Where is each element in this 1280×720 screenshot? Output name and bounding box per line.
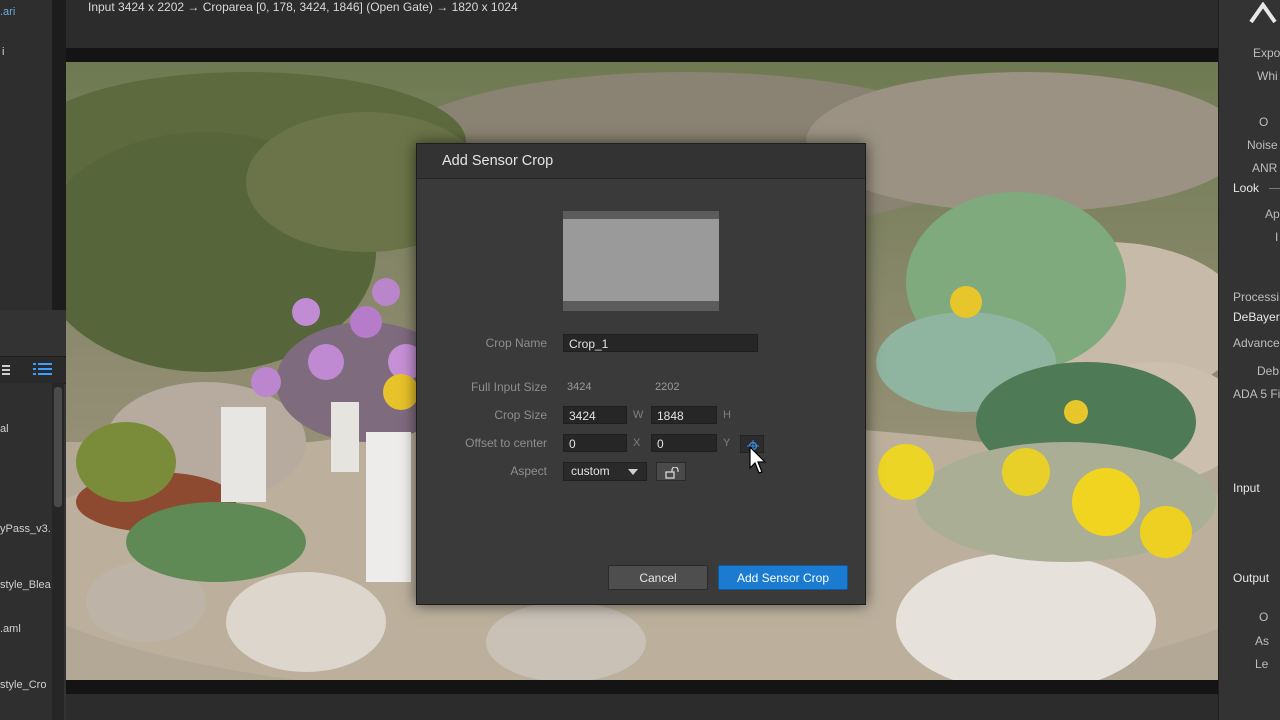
right-section-look[interactable]: Look xyxy=(1233,181,1259,195)
left-top-section: .ari i xyxy=(0,0,66,310)
dialog-title: Add Sensor Crop xyxy=(442,153,554,169)
add-sensor-crop-button[interactable]: Add Sensor Crop xyxy=(718,565,848,590)
file-list-scrollbar[interactable] xyxy=(52,383,64,720)
height-axis-label: H xyxy=(723,409,731,421)
left-item-ari[interactable]: .ari xyxy=(0,6,15,18)
full-input-size-label: Full Input Size xyxy=(470,380,547,394)
list-item[interactable]: style_Cro xyxy=(0,679,46,691)
look-divider xyxy=(1269,188,1280,189)
viewer-bottom-bar xyxy=(66,694,1218,720)
aspect-dropdown[interactable]: custom xyxy=(563,462,647,481)
right-item-advanced[interactable]: Advance xyxy=(1233,336,1280,350)
crop-name-input[interactable]: Crop_1 xyxy=(563,334,758,352)
right-item-o[interactable]: O xyxy=(1259,115,1268,129)
right-item-deb[interactable]: Deb xyxy=(1257,364,1279,378)
offset-x-input[interactable]: 0 xyxy=(563,434,627,452)
list-view-icon[interactable] xyxy=(33,362,53,376)
list-item[interactable]: al xyxy=(0,423,9,435)
pipeline-info-text: Input 3424 x 2202 → Croparea [0, 178, 34… xyxy=(88,0,518,14)
add-sensor-crop-dialog: Add Sensor Crop Crop Name Crop_1 Full In… xyxy=(416,143,866,605)
full-input-width: 3424 xyxy=(567,381,592,393)
aspect-lock-button[interactable] xyxy=(656,462,686,481)
right-section-input[interactable]: Input xyxy=(1233,481,1260,495)
caret-down-icon xyxy=(628,469,638,475)
mouse-cursor-icon xyxy=(748,445,768,481)
crop-height-input[interactable]: 1848 xyxy=(651,406,717,424)
right-item-as[interactable]: As xyxy=(1255,634,1269,648)
offset-label: Offset to center xyxy=(465,436,547,450)
width-axis-label: W xyxy=(633,409,644,421)
right-item-o2[interactable]: O xyxy=(1259,610,1268,624)
right-section-output[interactable]: Output xyxy=(1233,571,1269,585)
menu-icon[interactable] xyxy=(2,363,10,375)
list-item[interactable]: .aml xyxy=(0,623,21,635)
list-item[interactable]: yPass_v3. xyxy=(0,523,51,535)
right-item-noise[interactable]: Noise xyxy=(1247,138,1278,152)
offset-y-input[interactable]: 0 xyxy=(651,434,717,452)
right-panel: Expo Whi O Noise ANR Look Ap I Processi … xyxy=(1218,0,1280,720)
aspect-value: custom xyxy=(571,464,610,478)
right-item-ada[interactable]: ADA 5 Fi xyxy=(1233,387,1280,401)
list-item[interactable]: style_Blea xyxy=(0,579,51,591)
panel-logo-icon xyxy=(1249,1,1279,24)
crop-size-label: Crop Size xyxy=(494,408,547,422)
right-item-anr[interactable]: ANR xyxy=(1252,161,1277,175)
crop-preview xyxy=(563,211,719,311)
viewer-bottom-strip xyxy=(66,680,1218,694)
left-top-divider xyxy=(52,0,66,310)
right-item-i[interactable]: I xyxy=(1275,230,1278,244)
aspect-label: Aspect xyxy=(510,464,547,478)
viewer-top-strip xyxy=(66,48,1218,62)
x-axis-label: X xyxy=(633,437,641,449)
right-section-processing[interactable]: Processi xyxy=(1233,290,1279,304)
cancel-button[interactable]: Cancel xyxy=(608,565,708,590)
y-axis-label: Y xyxy=(723,437,731,449)
crop-preview-area xyxy=(563,219,719,301)
crop-name-label: Crop Name xyxy=(485,336,547,350)
left-panel: .ari i al yPass_v3. style_Blea .aml styl… xyxy=(0,0,66,720)
right-item-le[interactable]: Le xyxy=(1255,657,1268,671)
right-item-ap[interactable]: Ap xyxy=(1265,207,1280,221)
lock-icon xyxy=(665,466,679,484)
top-info-bar: Input 3424 x 2202 → Croparea [0, 178, 34… xyxy=(66,0,1218,48)
right-item-exposure[interactable]: Expo xyxy=(1253,46,1280,60)
right-item-white[interactable]: Whi xyxy=(1257,69,1278,83)
crop-width-input[interactable]: 3424 xyxy=(563,406,627,424)
scrollbar-thumb[interactable] xyxy=(54,387,62,507)
file-list: al yPass_v3. style_Blea .aml style_Cro xyxy=(0,383,52,720)
left-toolbar xyxy=(0,356,66,384)
dialog-title-bar[interactable]: Add Sensor Crop xyxy=(417,144,865,179)
left-item-i[interactable]: i xyxy=(2,46,4,58)
full-input-height: 2202 xyxy=(655,381,680,393)
right-item-debayer[interactable]: DeBayer xyxy=(1233,310,1280,324)
